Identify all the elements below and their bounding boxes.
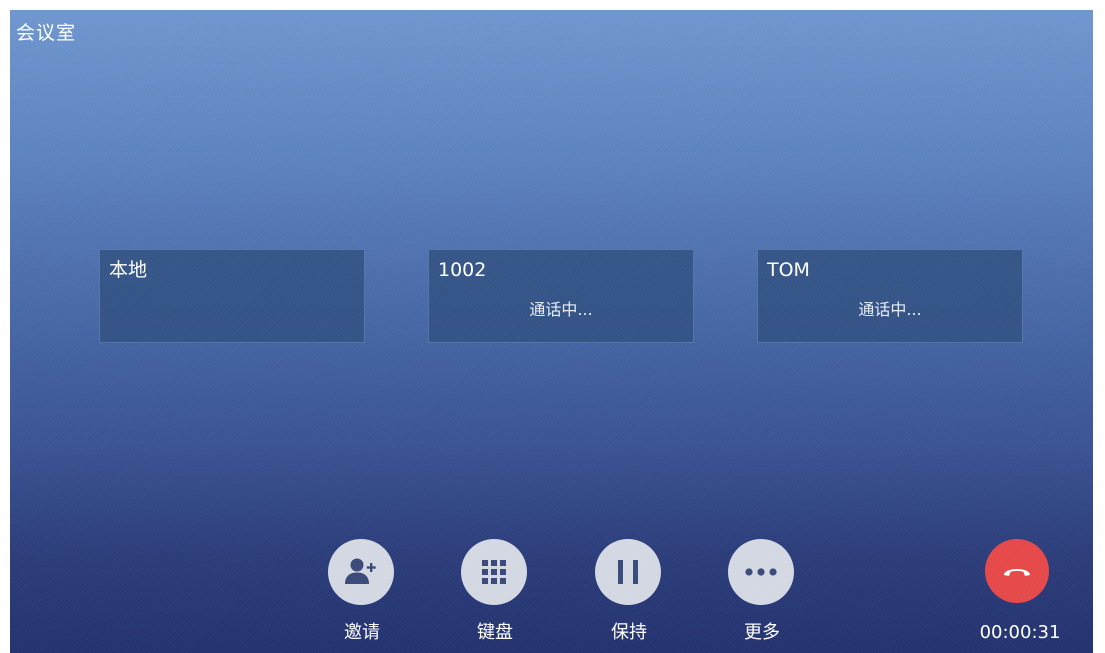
participant-tile-tom[interactable]: TOM 通话中... [757,249,1023,343]
keypad-icon [482,560,506,584]
invite-button[interactable]: 邀请 [327,539,397,649]
hold-label: 保持 [611,622,647,643]
participant-name: 本地 [109,259,148,281]
participant-tile-local[interactable]: 本地 [99,249,365,343]
participant-status: 通话中... [529,300,593,319]
keypad-circle[interactable] [461,539,527,605]
more-icon [745,568,777,576]
pause-icon [618,560,638,584]
more-circle[interactable] [728,539,794,605]
participant-tile-1002[interactable]: 1002 通话中... [428,249,694,343]
screen-title: 会议室 [16,22,77,44]
invite-label: 邀请 [344,622,380,643]
more-label: 更多 [744,622,780,643]
keypad-button[interactable]: 键盘 [460,539,530,649]
more-button[interactable]: 更多 [727,539,797,649]
participant-name: 1002 [438,259,487,281]
keypad-label: 键盘 [477,622,513,643]
hold-button[interactable]: 保持 [594,539,664,649]
call-duration: 00:00:31 [979,622,1061,643]
invite-circle[interactable] [328,539,394,605]
participant-name: TOM [767,259,810,281]
conference-screen: 会议室 本地 1002 通话中... TOM 通话中... 邀请 键盘 保持 更… [10,10,1093,653]
participant-status: 通话中... [858,300,922,319]
hangup-button[interactable] [985,539,1049,603]
phone-hangup-icon [1004,569,1030,576]
add-person-icon [345,558,376,584]
hold-circle[interactable] [595,539,661,605]
